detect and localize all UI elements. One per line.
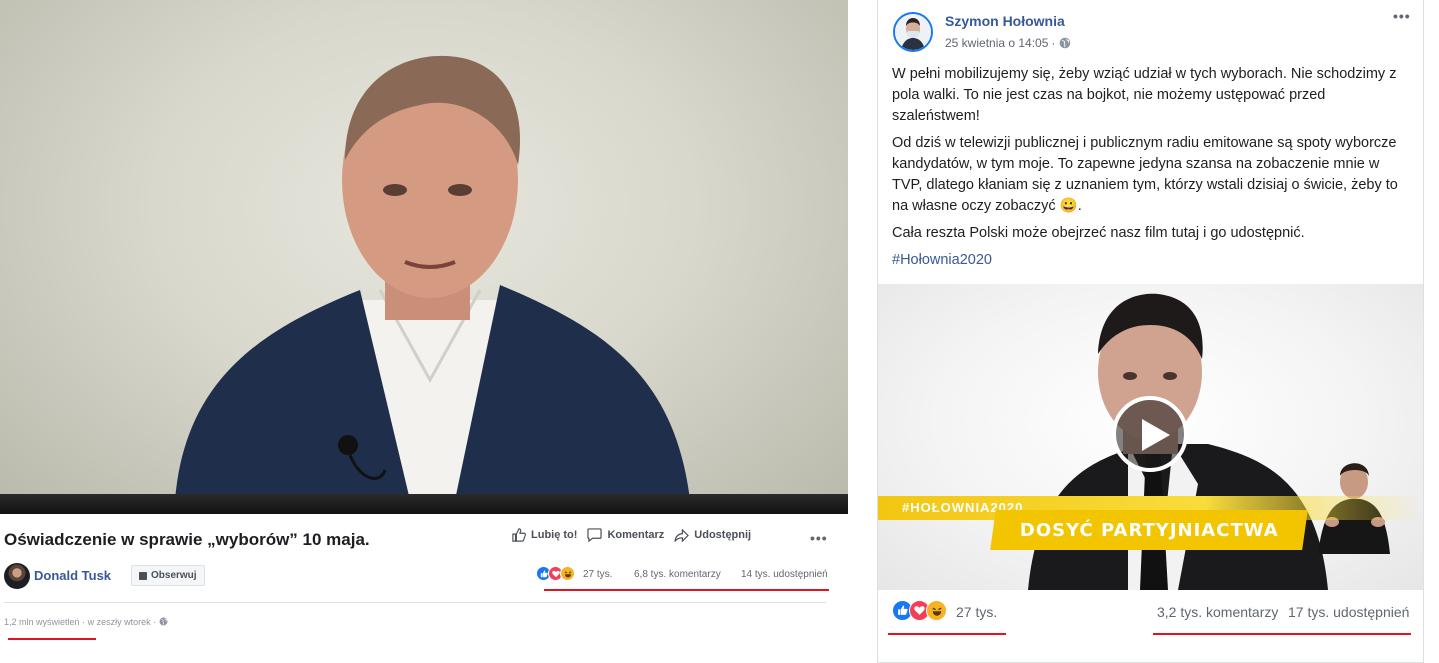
post-actions-bar: Lubię to! Komentarz Udostępnij xyxy=(512,528,761,542)
post-paragraph: Cała reszta Polski może obejrzeć nasz fi… xyxy=(892,225,1305,241)
highlight-underline-comments-shares xyxy=(1153,633,1411,635)
divider xyxy=(4,602,826,603)
highlight-underline-views xyxy=(8,638,96,640)
video-slogan: DOSYĆ PARTYJNIACTWA xyxy=(1019,519,1279,541)
like-icon xyxy=(512,528,526,542)
comment-icon xyxy=(587,528,603,542)
share-icon xyxy=(674,528,690,542)
views-and-time: 1,2 mln wyświetleń · w zeszły wtorek · xyxy=(4,617,168,627)
follow-button[interactable]: Obserwuj xyxy=(131,565,205,586)
avatar[interactable] xyxy=(893,12,933,52)
post-text: W pełni mobilizujemy się, żeby wziąć udz… xyxy=(892,64,1412,277)
comments-count[interactable]: 6,8 tys. komentarzy xyxy=(634,569,721,580)
separator-dot: · xyxy=(1051,36,1056,50)
follow-label: Obserwuj xyxy=(151,570,197,581)
right-post-card: Szymon Hołownia 25 kwietnia o 14:05 · ••… xyxy=(877,0,1424,663)
views-count: 1,2 mln wyświetleń xyxy=(4,617,80,627)
reaction-haha-icon xyxy=(560,566,575,581)
reactions-count[interactable]: 27 tys. xyxy=(583,569,612,580)
reaction-haha-icon xyxy=(926,600,947,621)
avatar[interactable] xyxy=(4,563,30,589)
shares-count[interactable]: 14 tys. udostępnień xyxy=(741,569,828,580)
highlight-underline-reactions xyxy=(888,633,1006,635)
reactions-count[interactable]: 27 tys. xyxy=(956,604,997,620)
hashtag-link[interactable]: #Hołownia2020 xyxy=(892,250,1412,271)
video-player[interactable]: #HOŁOWNIA2020 DOSYĆ PARTYJNIACTWA xyxy=(878,284,1423,590)
video-player[interactable] xyxy=(0,0,848,514)
shares-count[interactable]: 17 tys. udostępnień xyxy=(1288,604,1409,620)
comments-count[interactable]: 3,2 tys. komentarzy xyxy=(1157,604,1278,620)
separator-dot: · xyxy=(82,617,86,627)
engagement-stats: 27 tys. 3,2 tys. komentarzy 17 tys. udos… xyxy=(878,596,1423,630)
globe-icon[interactable] xyxy=(1059,37,1071,49)
video-slogan-banner: DOSYĆ PARTYJNIACTWA xyxy=(990,510,1308,550)
page-name-link[interactable]: Donald Tusk xyxy=(34,568,111,583)
share-label: Udostępnij xyxy=(694,529,752,541)
reactions-summary[interactable] xyxy=(536,566,575,581)
highlight-underline-stats xyxy=(544,589,829,591)
video-title[interactable]: Oświadczenie w sprawie „wyborów” 10 maja… xyxy=(4,530,370,550)
like-label: Lubię to! xyxy=(531,529,578,541)
video-bottom-bar xyxy=(0,494,848,514)
post-paragraph: W pełni mobilizujemy się, żeby wziąć udz… xyxy=(892,66,1397,124)
share-button[interactable]: Udostępnij xyxy=(674,528,752,542)
play-icon[interactable] xyxy=(1112,396,1188,472)
post-meta: 25 kwietnia o 14:05 · xyxy=(945,36,1071,50)
comment-button[interactable]: Komentarz xyxy=(587,528,664,542)
video-frame-speaker-image xyxy=(175,55,690,500)
left-video-post: Oświadczenie w sprawie „wyborów” 10 maja… xyxy=(0,0,848,663)
more-options-icon[interactable]: ••• xyxy=(1393,8,1411,24)
author-name-link[interactable]: Szymon Hołownia xyxy=(945,13,1065,29)
reactions-summary[interactable] xyxy=(892,600,947,621)
engagement-stats: 27 tys. 6,8 tys. komentarzy 14 tys. udos… xyxy=(536,566,828,584)
post-paragraph: Od dziś w telewizji publicznej i publicz… xyxy=(892,135,1398,214)
globe-icon xyxy=(159,617,168,626)
comment-label: Komentarz xyxy=(607,529,665,541)
more-options-icon[interactable]: ••• xyxy=(810,530,828,546)
follow-icon xyxy=(139,571,147,580)
like-button[interactable]: Lubię to! xyxy=(512,528,577,542)
post-time[interactable]: w zeszły wtorek xyxy=(88,617,151,627)
post-timestamp[interactable]: 25 kwietnia o 14:05 xyxy=(945,36,1048,50)
separator-dot: · xyxy=(153,617,157,627)
